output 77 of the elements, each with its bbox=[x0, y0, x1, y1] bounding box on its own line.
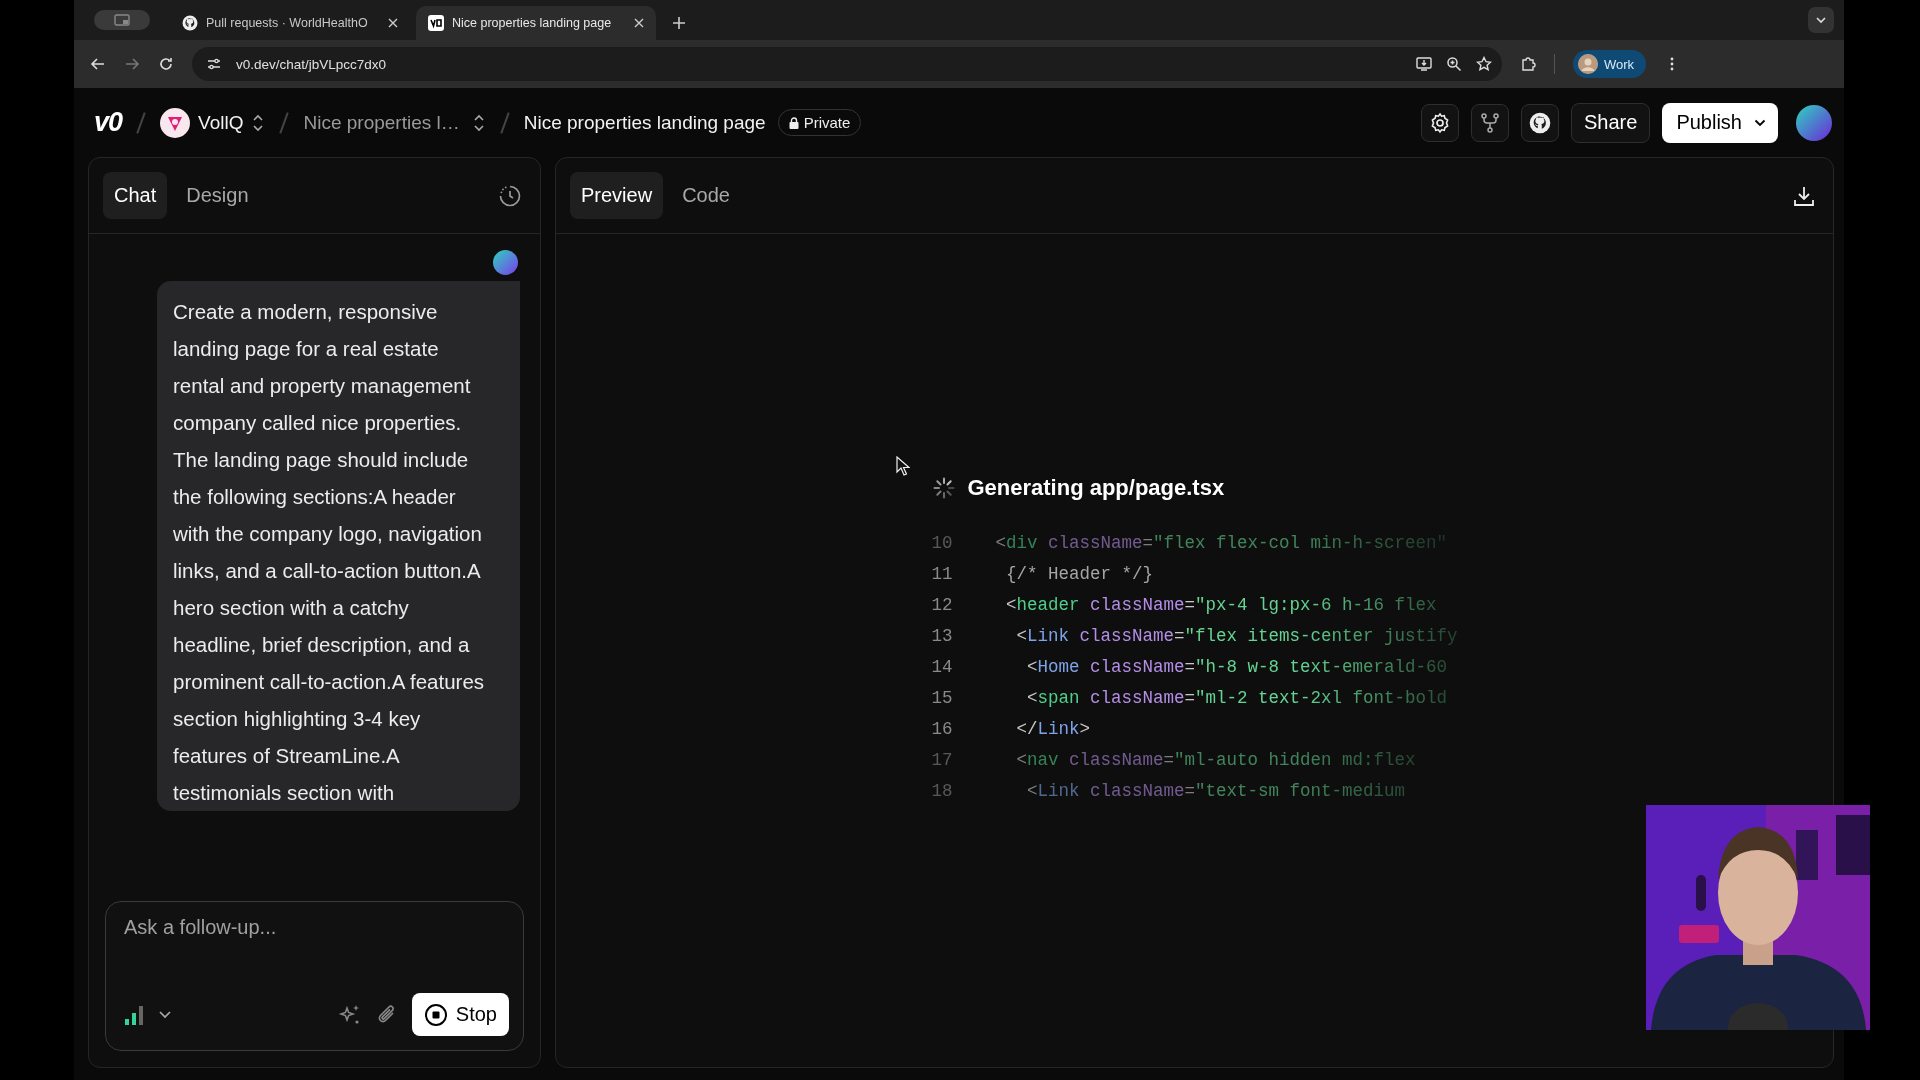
code-line: <span className="ml-2 text-2xl font-bold bbox=[1025, 687, 1448, 708]
settings-icon bbox=[1429, 111, 1451, 134]
signal-bars-icon[interactable] bbox=[124, 1003, 144, 1026]
browser-tab[interactable]: Pull requests · WorldHealthO bbox=[170, 6, 410, 40]
spinner-icon bbox=[933, 477, 956, 499]
fork-button[interactable] bbox=[1471, 103, 1509, 142]
chevron-down-icon bbox=[1754, 118, 1766, 127]
message-input[interactable]: Ask a follow-up... Stop bbox=[105, 901, 524, 1051]
zoom-icon[interactable] bbox=[1446, 56, 1462, 72]
app-logo[interactable]: v0 bbox=[94, 107, 123, 138]
panel-tab[interactable]: Preview bbox=[570, 172, 664, 219]
code-line: </Link> bbox=[1015, 718, 1090, 739]
line-number: 10 bbox=[931, 532, 954, 553]
chevron-down-icon[interactable] bbox=[158, 1009, 172, 1020]
chat-title: Nice properties landing page bbox=[523, 111, 766, 134]
github-icon bbox=[182, 15, 198, 31]
back-arrow-icon[interactable] bbox=[90, 56, 106, 72]
address-bar[interactable]: v0.dev/chat/jbVLpcc7dx0 bbox=[192, 47, 1502, 81]
reload-icon[interactable] bbox=[158, 56, 174, 72]
settings-button[interactable] bbox=[1421, 103, 1459, 142]
stop-button[interactable]: Stop bbox=[411, 993, 509, 1036]
code-line: <Link className="flex items-center justify bbox=[1015, 625, 1458, 646]
chevron-up-down-icon[interactable] bbox=[471, 113, 486, 132]
close-icon[interactable] bbox=[634, 18, 644, 28]
site-settings-icon[interactable] bbox=[206, 56, 222, 72]
tab-search-button[interactable] bbox=[1808, 7, 1834, 33]
chevron-down-icon bbox=[1815, 16, 1827, 24]
github-button[interactable] bbox=[1521, 103, 1559, 142]
project-name[interactable]: Nice properties l… bbox=[303, 111, 460, 134]
profile-button[interactable]: Work bbox=[1573, 50, 1647, 78]
lock-icon bbox=[788, 116, 799, 129]
close-icon[interactable] bbox=[388, 18, 398, 28]
team-avatar-icon[interactable] bbox=[160, 107, 191, 138]
line-number: 12 bbox=[931, 594, 954, 615]
profile-name: Work bbox=[1604, 56, 1635, 72]
line-number: 13 bbox=[931, 625, 954, 646]
team-name[interactable]: VollQ bbox=[198, 111, 244, 134]
status-text: Generating app/page.tsx bbox=[967, 475, 1225, 501]
url-text: v0.dev/chat/jbVLpcc7dx0 bbox=[236, 56, 388, 72]
fork-icon bbox=[1479, 111, 1501, 134]
visibility-label: Private bbox=[803, 114, 851, 131]
stop-icon bbox=[423, 1002, 448, 1027]
line-number: 14 bbox=[931, 656, 954, 677]
panel-tab[interactable]: Code bbox=[671, 172, 741, 219]
line-number: 18 bbox=[931, 780, 954, 801]
browser-tab[interactable]: Nice properties landing page bbox=[416, 6, 656, 40]
code-line: <Home className="h-8 w-8 text-emerald-60 bbox=[1025, 656, 1448, 677]
publish-button[interactable]: Publish bbox=[1662, 102, 1778, 143]
code-line: <div className="flex flex-col min-h-screen" bbox=[995, 532, 1448, 553]
code-line: {/* Header */} bbox=[1004, 563, 1153, 584]
code-line: <header className="px-4 lg:px-6 h-16 flex bbox=[1004, 594, 1437, 615]
panel-tab[interactable]: Design bbox=[175, 172, 260, 219]
share-button[interactable]: Share bbox=[1571, 102, 1651, 143]
puzzle-icon[interactable] bbox=[1520, 56, 1536, 72]
install-app-icon[interactable] bbox=[1416, 56, 1432, 72]
mouse-pointer-icon bbox=[896, 456, 910, 476]
line-number: 15 bbox=[931, 687, 954, 708]
panel-tab[interactable]: Chat bbox=[103, 172, 168, 219]
tab-group-button[interactable] bbox=[94, 10, 150, 30]
github-icon bbox=[1529, 111, 1551, 134]
forward-arrow-icon bbox=[124, 56, 140, 72]
line-number: 11 bbox=[931, 563, 954, 584]
plus-icon[interactable] bbox=[672, 16, 686, 30]
code-line: <Link className="text-sm font-medium bbox=[1025, 780, 1406, 801]
app-logo-icon bbox=[428, 15, 444, 31]
line-number: 16 bbox=[931, 718, 954, 739]
profile-avatar-icon bbox=[1578, 54, 1598, 74]
user-avatar bbox=[493, 250, 518, 275]
download-icon[interactable] bbox=[1793, 184, 1815, 207]
line-number: 17 bbox=[931, 749, 954, 770]
star-icon[interactable] bbox=[1476, 56, 1492, 72]
history-icon[interactable] bbox=[498, 183, 522, 208]
window-icon bbox=[114, 14, 130, 26]
chevron-up-down-icon[interactable] bbox=[251, 113, 266, 132]
message-bubble: Create a modern, responsive landing page for a real estate rental and property management company called nice properties. The landing page should include the following sections:A header with the company logo, navigation links, and a call-to-action button.A hero section with a catchy headline, brief description, and a prominent call-to-action.A features section highlighting 3-4 key features of StreamLine.A testimonials section with bbox=[157, 281, 520, 811]
user-avatar[interactable] bbox=[1796, 104, 1832, 141]
code-line: <nav className="ml-auto hidden md:flex bbox=[1015, 749, 1416, 770]
